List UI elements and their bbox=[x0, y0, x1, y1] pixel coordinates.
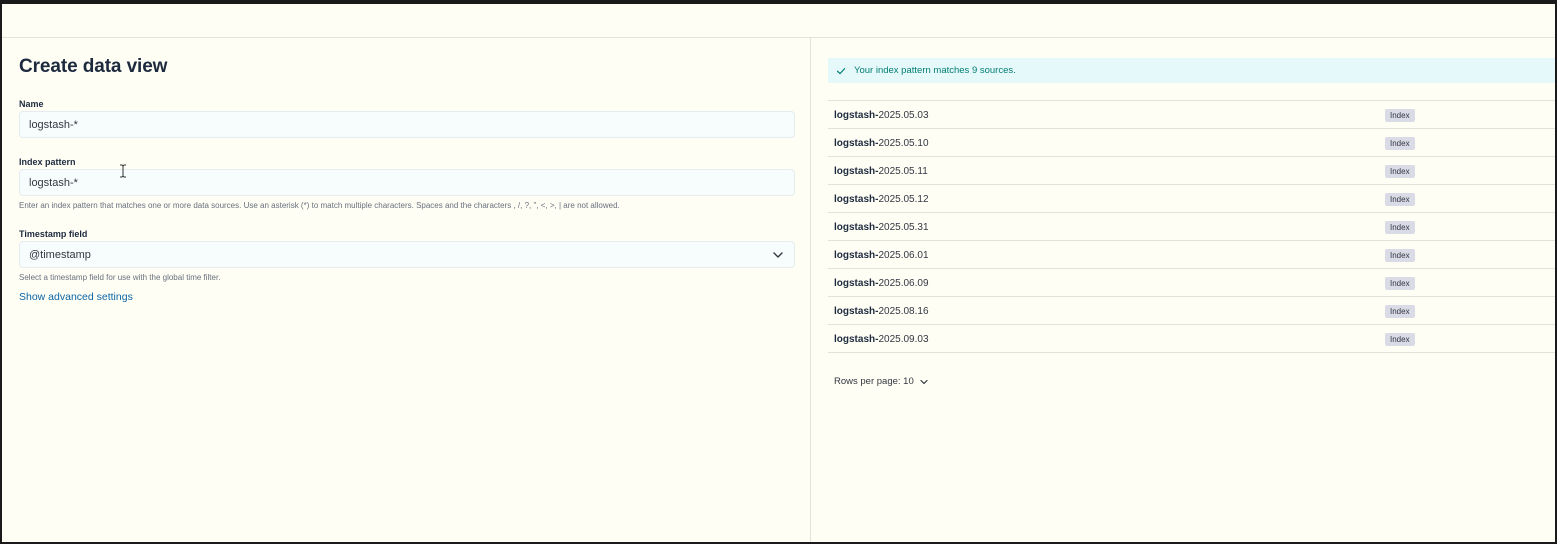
source-type-badge: Index bbox=[1385, 249, 1415, 262]
source-name: logstash-2025.05.03 bbox=[834, 110, 929, 121]
page-title: Create data view bbox=[19, 56, 168, 77]
table-row: logstash-2025.09.03 Index bbox=[828, 325, 1555, 353]
table-row: logstash-2025.05.11 Index bbox=[828, 157, 1555, 185]
source-name: logstash-2025.06.01 bbox=[834, 250, 929, 261]
source-name: logstash-2025.08.16 bbox=[834, 306, 929, 317]
source-type-badge: Index bbox=[1385, 277, 1415, 290]
table-row: logstash-2025.06.09 Index bbox=[828, 269, 1555, 297]
show-advanced-settings-link[interactable]: Show advanced settings bbox=[19, 291, 133, 303]
name-label: Name bbox=[19, 99, 44, 109]
table-row: logstash-2025.05.31 Index bbox=[828, 213, 1555, 241]
index-pattern-label: Index pattern bbox=[19, 157, 76, 167]
source-name: logstash-2025.05.10 bbox=[834, 138, 929, 149]
name-input[interactable] bbox=[19, 111, 795, 138]
source-type-badge: Index bbox=[1385, 193, 1415, 206]
table-row: logstash-2025.05.03 Index bbox=[828, 101, 1555, 129]
timestamp-field-select[interactable]: @timestamp bbox=[19, 241, 795, 268]
chevron-down-icon bbox=[920, 379, 928, 384]
top-bar bbox=[2, 4, 1555, 38]
source-type-badge: Index bbox=[1385, 305, 1415, 318]
check-icon bbox=[836, 67, 846, 74]
source-type-badge: Index bbox=[1385, 137, 1415, 150]
source-type-badge: Index bbox=[1385, 333, 1415, 346]
source-name: logstash-2025.06.09 bbox=[834, 278, 929, 289]
app-window: Create data view Name Index pattern Ente… bbox=[2, 4, 1555, 542]
text-cursor-icon bbox=[120, 164, 126, 178]
index-pattern-input[interactable] bbox=[19, 169, 795, 196]
table-row: logstash-2025.06.01 Index bbox=[828, 241, 1555, 269]
source-type-badge: Index bbox=[1385, 109, 1415, 122]
chevron-down-icon bbox=[773, 251, 783, 258]
timestamp-field-help: Select a timestamp field for use with th… bbox=[19, 273, 221, 282]
table-row: logstash-2025.05.10 Index bbox=[828, 129, 1555, 157]
sources-table: logstash-2025.05.03 Index logstash-2025.… bbox=[828, 100, 1555, 353]
timestamp-field-value: @timestamp bbox=[29, 248, 91, 261]
table-row: logstash-2025.08.16 Index bbox=[828, 297, 1555, 325]
matching-sources-panel: Your index pattern matches 9 sources. lo… bbox=[811, 38, 1555, 542]
timestamp-field-label: Timestamp field bbox=[19, 229, 88, 239]
rows-per-page-button[interactable]: Rows per page: 10 bbox=[834, 376, 929, 387]
source-name: logstash-2025.09.03 bbox=[834, 334, 929, 345]
source-type-badge: Index bbox=[1385, 165, 1415, 178]
index-pattern-help: Enter an index pattern that matches one … bbox=[19, 201, 620, 210]
source-type-badge: Index bbox=[1385, 221, 1415, 234]
source-name: logstash-2025.05.11 bbox=[834, 166, 928, 177]
match-callout-text: Your index pattern matches 9 sources. bbox=[854, 65, 1016, 76]
table-row: logstash-2025.05.12 Index bbox=[828, 185, 1555, 213]
match-callout: Your index pattern matches 9 sources. bbox=[828, 58, 1555, 83]
rows-per-page-label: Rows per page: 10 bbox=[834, 376, 914, 387]
source-name: logstash-2025.05.31 bbox=[834, 222, 929, 233]
create-data-view-form: Create data view Name Index pattern Ente… bbox=[2, 38, 811, 542]
source-name: logstash-2025.05.12 bbox=[834, 194, 929, 205]
